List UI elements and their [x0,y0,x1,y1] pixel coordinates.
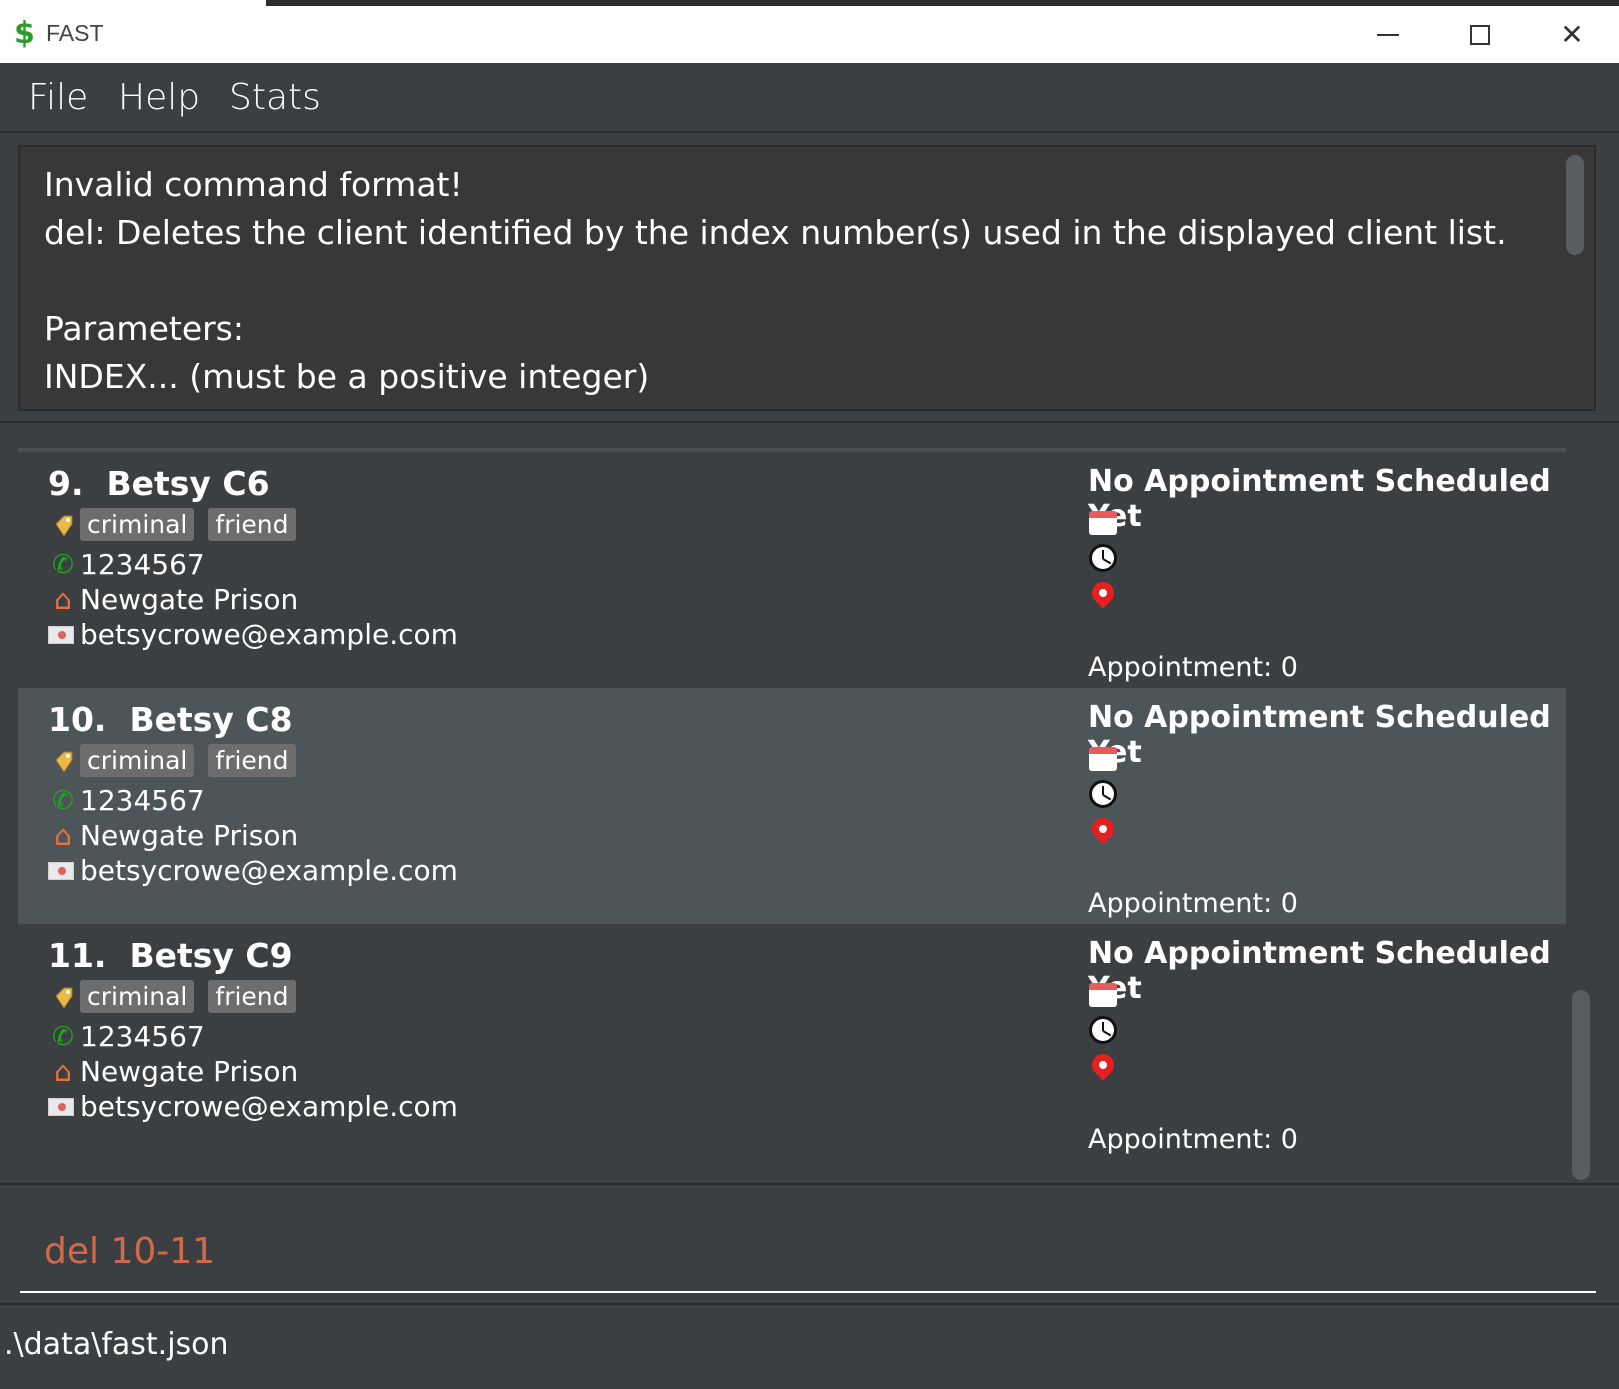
client-phone: 1234567 [80,548,205,581]
house-icon: ⌂ [54,583,72,616]
tag-icon [48,510,78,540]
minimize-button[interactable] [1342,6,1434,63]
client-name: 9. Betsy C6 [48,464,270,503]
tag-list: criminal friend [48,508,310,541]
phone-icon: ✆ [52,1021,74,1052]
close-icon: ✕ [1560,18,1584,51]
result-line: del: Deletes the client identified by th… [44,213,1507,252]
tag-list: criminal friend [48,744,310,777]
tag-badge: friend [208,508,296,541]
tag-badge: friend [208,744,296,777]
client-card-selected[interactable]: 10. Betsy C8 criminal friend ✆ 1234567 ⌂ N… [18,688,1566,924]
client-address: Newgate Prison [80,583,299,616]
calendar-icon [1088,980,1118,1010]
close-button[interactable]: ✕ [1526,6,1618,63]
menu-file[interactable]: File [28,77,88,118]
calendar-icon [1088,508,1118,538]
appointment-count: Appointment: 0 [1088,652,1298,683]
appointment-title: No Appointment Scheduled Yet [1088,936,1551,1006]
client-phone: 1234567 [80,784,205,817]
location-pin-icon [1087,1049,1119,1081]
minimize-icon [1377,33,1399,36]
calendar-icon [1088,744,1118,774]
client-address: Newgate Prison [80,1055,299,1088]
phone-icon: ✆ [52,785,74,816]
tag-badge: friend [208,980,296,1013]
email-icon [48,625,74,644]
appointment-title: No Appointment Scheduled Yet [1088,700,1551,770]
client-phone: 1234567 [80,1020,205,1053]
client-list-scrollbar[interactable] [1572,990,1590,1180]
result-scrollbar[interactable] [1566,155,1584,255]
result-display-panel: Invalid command format! del: Deletes the… [0,133,1619,423]
tag-list: criminal friend [48,980,310,1013]
client-address: Newgate Prison [80,819,299,852]
address-row: ⌂ Newgate Prison [48,583,298,616]
appointment-title: No Appointment Scheduled Yet [1088,464,1551,534]
tag-badge: criminal [80,744,195,777]
email-row: betsycrowe@example.com [48,618,458,651]
client-name: 11. Betsy C9 [48,936,293,975]
menu-help[interactable]: Help [118,77,200,118]
result-display: Invalid command format! del: Deletes the… [18,145,1596,411]
address-row: ⌂ Newgate Prison [48,1055,298,1088]
result-line: Invalid command format! [44,165,463,204]
phone-icon: ✆ [52,549,74,580]
command-input[interactable] [20,1211,1596,1293]
command-box [0,1183,1619,1303]
phone-row: ✆ 1234567 [48,548,205,581]
window-title: FAST [46,20,104,46]
email-row: betsycrowe@example.com [48,854,458,887]
menu-bar: File Help Stats [0,63,1619,133]
maximize-button[interactable] [1434,6,1526,63]
phone-row: ✆ 1234567 [48,1020,205,1053]
result-line: INDEX... (must be a positive integer) [44,357,650,396]
clock-icon [1088,1015,1118,1045]
maximize-icon [1470,24,1490,45]
menu-stats[interactable]: Stats [229,77,321,118]
client-name: 10. Betsy C8 [48,700,293,739]
phone-row: ✆ 1234567 [48,784,205,817]
client-email: betsycrowe@example.com [80,1090,458,1123]
client-card[interactable]: 9. Betsy C6 criminal friend ✆ 1234567 ⌂ Ne… [18,452,1566,688]
title-bar: $ FAST ✕ [0,6,1619,63]
clock-icon [1088,779,1118,809]
email-icon [48,861,74,880]
client-email: betsycrowe@example.com [80,618,458,651]
tag-icon [48,746,78,776]
save-file-path: .\data\fast.json [4,1327,229,1362]
tag-badge: criminal [80,980,195,1013]
client-email: betsycrowe@example.com [80,854,458,887]
dollar-icon: $ [14,16,35,51]
result-line: Parameters: [44,309,244,348]
tag-badge: criminal [80,508,195,541]
client-card[interactable]: 11. Betsy C9 criminal friend ✆ 1234567 ⌂ N… [18,924,1566,1160]
appointment-count: Appointment: 0 [1088,888,1298,919]
email-icon [48,1097,74,1116]
house-icon: ⌂ [54,819,72,852]
house-icon: ⌂ [54,1055,72,1088]
tag-icon [48,982,78,1012]
clock-icon [1088,543,1118,573]
status-bar: .\data\fast.json [0,1303,1619,1389]
app-window: $ FAST ✕ File Help Stats Invalid command… [0,6,1619,1389]
location-pin-icon [1087,577,1119,609]
result-line [44,257,1570,305]
email-row: betsycrowe@example.com [48,1090,458,1123]
client-list: 9. Betsy C6 criminal friend ✆ 1234567 ⌂ Ne… [0,423,1619,1183]
address-row: ⌂ Newgate Prison [48,819,298,852]
appointment-count: Appointment: 0 [1088,1124,1298,1155]
location-pin-icon [1087,813,1119,845]
